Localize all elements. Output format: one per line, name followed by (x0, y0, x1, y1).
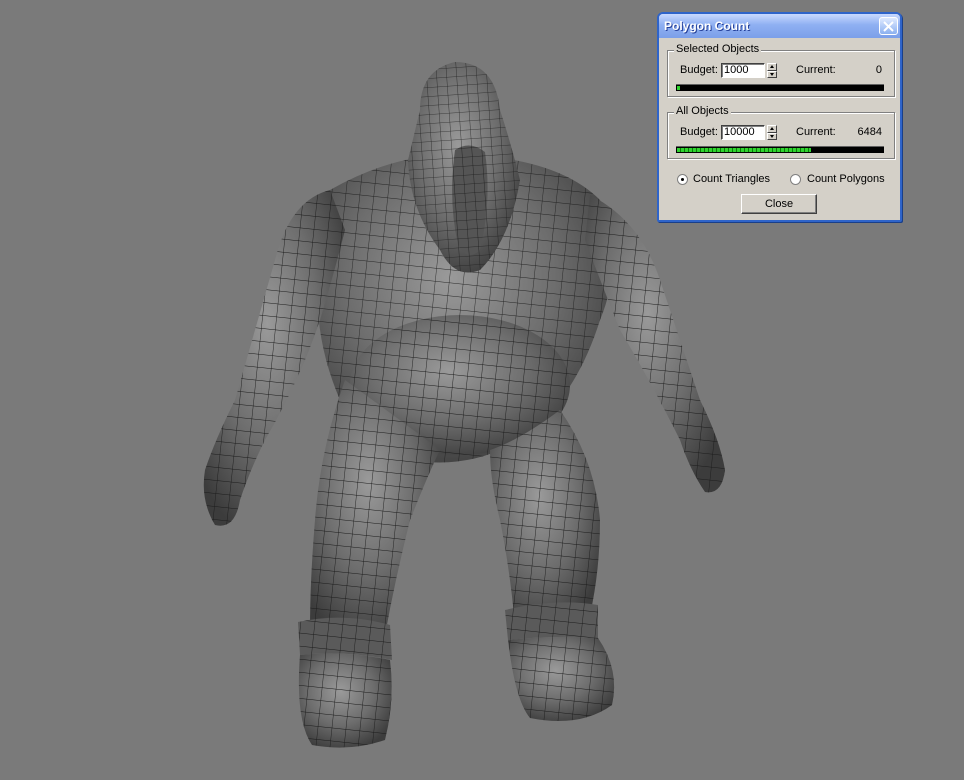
all-progress-bar (676, 146, 884, 153)
close-x-icon[interactable] (879, 17, 898, 35)
spinner-up-icon[interactable] (767, 125, 777, 133)
count-polygons-label[interactable]: Count Polygons (807, 173, 885, 185)
selected-current-value: 0 (875, 64, 882, 76)
all-current-label: Current: (796, 126, 836, 138)
all-objects-group: All Objects Budget: 10000 Current: 6484 (667, 105, 895, 159)
dialog-title: Polygon Count (664, 19, 750, 33)
all-budget-spinner[interactable] (767, 125, 777, 140)
selected-budget-label: Budget: (680, 64, 718, 76)
close-button[interactable]: Close (741, 194, 817, 214)
all-current-value: 6484 (857, 126, 882, 138)
count-triangles-label[interactable]: Count Triangles (693, 173, 770, 185)
selected-budget-spinner[interactable] (767, 63, 777, 78)
all-progress-fill (677, 148, 811, 152)
all-budget-label: Budget: (680, 126, 718, 138)
selected-objects-legend: Selected Objects (674, 43, 762, 55)
selected-objects-group: Selected Objects Budget: 1000 Current: 0 (667, 43, 895, 97)
count-triangles-radio[interactable] (677, 174, 688, 185)
spinner-down-icon[interactable] (767, 132, 777, 140)
all-budget-input[interactable]: 10000 (721, 125, 765, 140)
polygon-count-dialog[interactable]: Polygon Count Selected Objects Budget: 1… (657, 12, 902, 222)
selected-current-label: Current: (796, 64, 836, 76)
spinner-up-icon[interactable] (767, 63, 777, 71)
count-polygons-radio[interactable] (790, 174, 801, 185)
all-objects-legend: All Objects (674, 105, 731, 117)
dialog-titlebar[interactable]: Polygon Count (659, 14, 900, 38)
selected-progress-fill (677, 86, 680, 90)
selected-progress-bar (676, 84, 884, 91)
spinner-down-icon[interactable] (767, 70, 777, 78)
character-model (203, 62, 725, 748)
selected-budget-input[interactable]: 1000 (721, 63, 765, 78)
